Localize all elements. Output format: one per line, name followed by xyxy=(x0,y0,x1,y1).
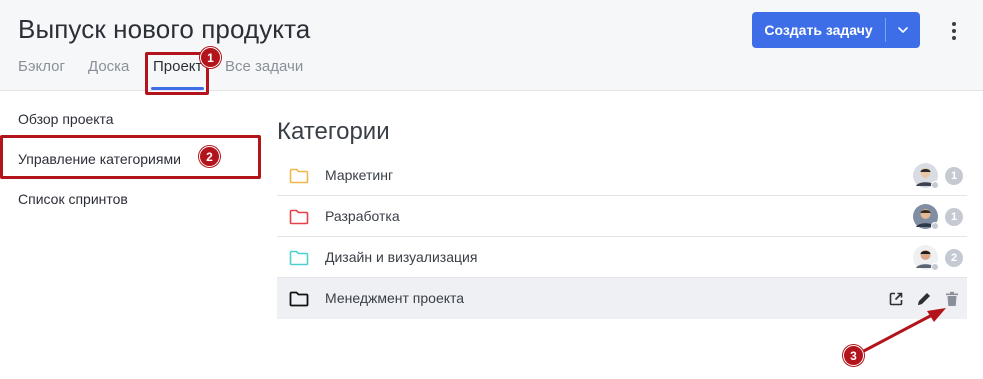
edit-pencil-icon[interactable] xyxy=(915,290,933,308)
avatar[interactable] xyxy=(913,163,939,189)
count-badge: 2 xyxy=(945,249,963,267)
folder-icon xyxy=(289,209,309,225)
category-row[interactable]: Дизайн и визуализация 2 xyxy=(277,237,967,278)
category-row[interactable]: Разработка 1 xyxy=(277,196,967,237)
category-name: Дизайн и визуализация xyxy=(325,249,478,265)
folder-icon xyxy=(289,291,309,307)
open-external-icon[interactable] xyxy=(887,290,905,308)
row-actions xyxy=(887,290,961,308)
tab-board[interactable]: Доска xyxy=(88,58,129,75)
sidebar-item-project-overview[interactable]: Обзор проекта xyxy=(18,111,114,127)
avatar[interactable] xyxy=(913,204,939,230)
count-badge: 1 xyxy=(945,167,963,185)
sidebar-item-sprint-list[interactable]: Список спринтов xyxy=(18,191,128,207)
page-title: Выпуск нового продукта xyxy=(18,14,311,44)
folder-icon xyxy=(289,168,309,184)
delete-trash-icon[interactable] xyxy=(943,290,961,308)
step-marker-3: 3 xyxy=(843,345,864,366)
tab-all-tasks[interactable]: Все задачи xyxy=(225,58,303,75)
category-row[interactable]: Менеджмент проекта xyxy=(277,278,967,319)
create-task-label: Создать задачу xyxy=(752,18,886,42)
category-name: Разработка xyxy=(325,208,400,224)
category-row[interactable]: Маркетинг 1 xyxy=(277,155,967,196)
chevron-down-icon[interactable] xyxy=(886,27,920,33)
step-marker-2: 2 xyxy=(199,146,220,167)
categories-title: Категории xyxy=(277,118,390,145)
create-task-button[interactable]: Создать задачу xyxy=(752,12,920,48)
category-name: Маркетинг xyxy=(325,167,394,183)
count-badge: 1 xyxy=(945,208,963,226)
tab-backlog[interactable]: Бэклог xyxy=(18,58,65,75)
category-name: Менеджмент проекта xyxy=(325,290,465,306)
more-options-icon[interactable] xyxy=(944,18,964,44)
step-marker-1: 1 xyxy=(200,47,221,68)
highlight-box-manage-categories xyxy=(0,135,261,179)
folder-icon xyxy=(289,250,309,266)
avatar[interactable] xyxy=(913,245,939,271)
